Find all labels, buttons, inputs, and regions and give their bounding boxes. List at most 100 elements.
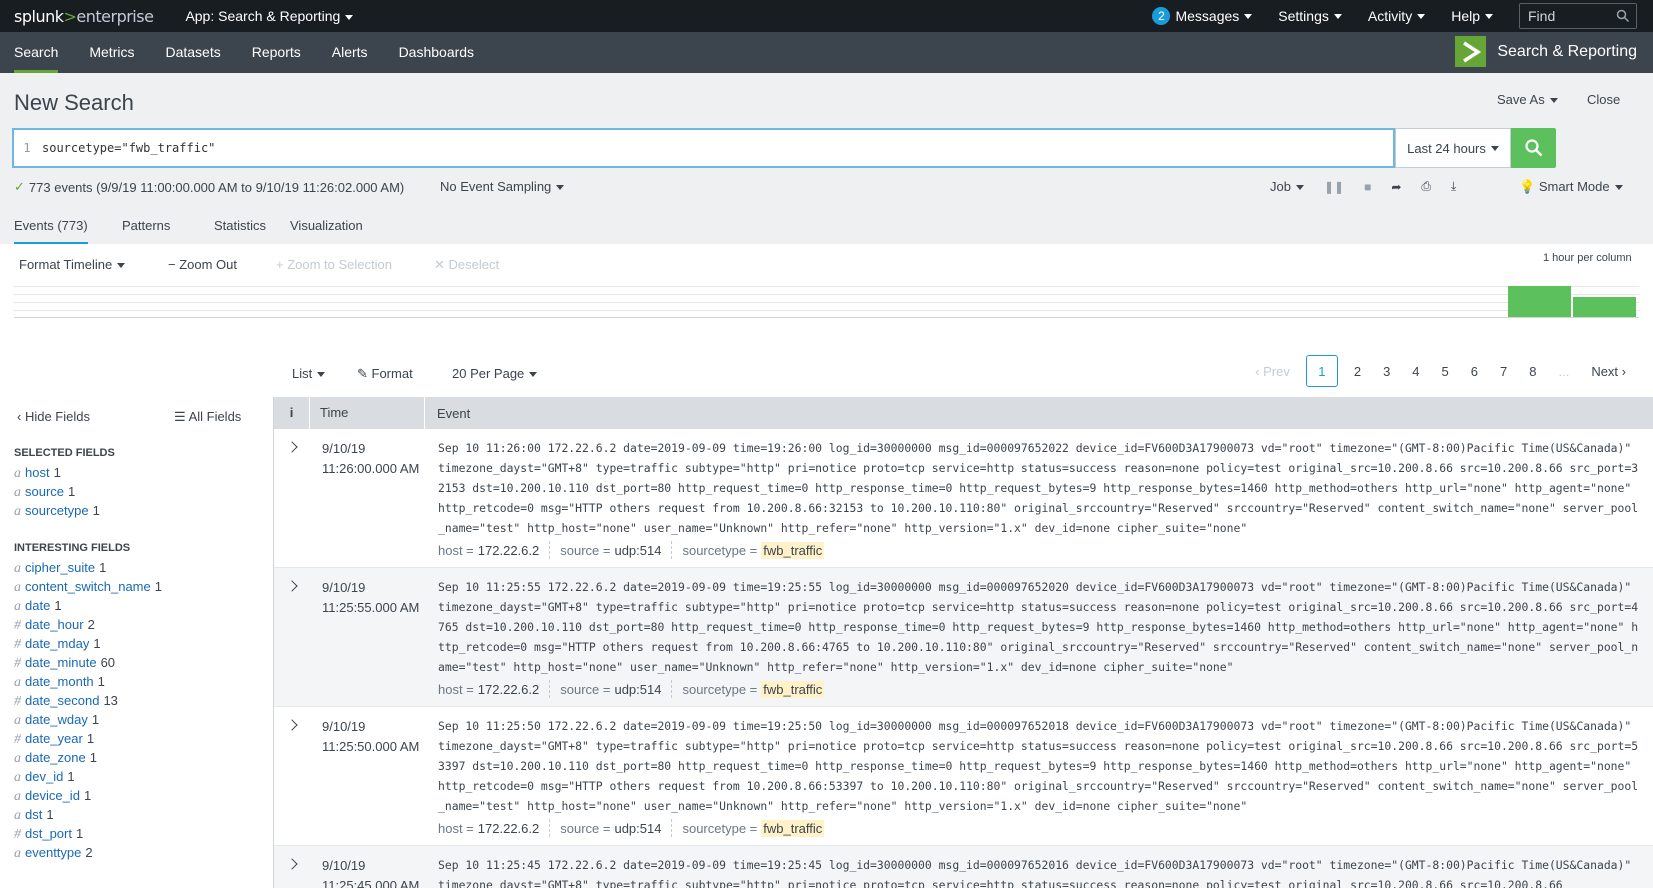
search-mode-dropdown[interactable]: 💡 Smart Mode: [1519, 179, 1623, 195]
field-name[interactable]: dst: [25, 807, 42, 822]
field-dst[interactable]: a dst 1: [14, 807, 54, 824]
field-date-wday[interactable]: a date_wday 1: [14, 712, 99, 729]
field-name[interactable]: date_second: [25, 693, 99, 708]
field-name[interactable]: date_year: [25, 731, 83, 746]
nav-reports[interactable]: Reports: [252, 32, 301, 73]
per-page-dropdown[interactable]: 20 Per Page: [452, 366, 538, 381]
page-8-button[interactable]: 8: [1529, 364, 1536, 379]
time-column-header[interactable]: Time: [310, 397, 425, 429]
field-date-zone[interactable]: a date_zone 1: [14, 750, 97, 767]
nav-datasets[interactable]: Datasets: [165, 32, 220, 73]
page-1-button[interactable]: 1: [1305, 355, 1338, 387]
page-6-button[interactable]: 6: [1471, 364, 1478, 379]
stop-icon[interactable]: ■: [1364, 180, 1371, 194]
format-button[interactable]: ✎ Format: [357, 366, 413, 382]
field-name[interactable]: date_hour: [25, 617, 84, 632]
meta-value-source[interactable]: udp:514: [614, 682, 661, 697]
event-time[interactable]: 9/10/19 11:25:45.000 AM: [322, 856, 419, 888]
field-date-mday[interactable]: # date_mday 1: [14, 636, 101, 653]
tab-patterns[interactable]: Patterns: [122, 218, 170, 242]
page-5-button[interactable]: 5: [1442, 364, 1449, 379]
find-input[interactable]: Find: [1519, 3, 1637, 29]
field-name[interactable]: device_id: [25, 788, 80, 803]
field-sourcetype[interactable]: a sourcetype 1: [14, 503, 100, 520]
event-time[interactable]: 9/10/19 11:25:50.000 AM: [322, 717, 419, 757]
page-7-button[interactable]: 7: [1500, 364, 1507, 379]
field-cipher-suite[interactable]: a cipher_suite 1: [14, 560, 106, 577]
field-dst-port[interactable]: # dst_port 1: [14, 826, 83, 843]
field-date-month[interactable]: a date_month 1: [14, 674, 105, 691]
meta-value-sourcetype[interactable]: fwb_traffic: [761, 680, 825, 698]
splunk-logo[interactable]: splunk>enterprise: [14, 7, 154, 26]
field-device-id[interactable]: a device_id 1: [14, 788, 91, 805]
format-timeline-button[interactable]: Format Timeline: [19, 257, 126, 272]
help-menu[interactable]: Help: [1451, 8, 1493, 24]
hide-fields-button[interactable]: ‹ Hide Fields: [17, 409, 90, 424]
zoom-out-button[interactable]: − Zoom Out: [168, 257, 237, 272]
all-fields-button[interactable]: ☰ All Fields: [174, 409, 241, 425]
prev-page-button[interactable]: ‹ Prev: [1255, 364, 1290, 379]
field-eventtype[interactable]: a eventtype 2: [14, 845, 93, 862]
tab-statistics[interactable]: Statistics: [214, 218, 266, 242]
field-name[interactable]: date_minute: [25, 655, 97, 670]
field-name[interactable]: source: [25, 484, 64, 499]
tab-events[interactable]: Events (773): [14, 218, 88, 245]
field-date-minute[interactable]: # date_minute 60: [14, 655, 115, 672]
share-icon[interactable]: ➦: [1391, 180, 1401, 194]
search-button[interactable]: [1511, 128, 1556, 168]
field-date-second[interactable]: # date_second 13: [14, 693, 118, 710]
event-time[interactable]: 9/10/19 11:26:00.000 AM: [322, 439, 419, 479]
nav-dashboards[interactable]: Dashboards: [399, 32, 475, 73]
next-page-button[interactable]: Next ›: [1591, 364, 1626, 379]
deselect-button[interactable]: ✕ Deselect: [434, 257, 499, 273]
field-name[interactable]: date_zone: [25, 750, 86, 765]
chevron-right-icon[interactable]: [286, 858, 298, 870]
zoom-to-selection-button[interactable]: + Zoom to Selection: [276, 257, 392, 272]
messages-menu[interactable]: 2 Messages: [1152, 7, 1253, 25]
page-2-button[interactable]: 2: [1354, 364, 1361, 379]
field-date[interactable]: a date 1: [14, 598, 62, 615]
page-4-button[interactable]: 4: [1412, 364, 1419, 379]
field-name[interactable]: dst_port: [25, 826, 72, 841]
event-sampling-dropdown[interactable]: No Event Sampling: [440, 179, 565, 194]
chevron-right-icon[interactable]: [286, 719, 298, 731]
nav-metrics[interactable]: Metrics: [89, 32, 134, 73]
tab-visualization[interactable]: Visualization: [290, 218, 363, 242]
field-host[interactable]: a host 1: [14, 465, 61, 482]
meta-value-source[interactable]: udp:514: [614, 543, 661, 558]
field-name[interactable]: sourcetype: [25, 503, 89, 518]
field-name[interactable]: cipher_suite: [25, 560, 95, 575]
field-dev-id[interactable]: a dev_id 1: [14, 769, 75, 786]
meta-value-source[interactable]: udp:514: [614, 821, 661, 836]
field-name[interactable]: dev_id: [25, 769, 63, 784]
print-icon[interactable]: ⎙: [1421, 179, 1431, 194]
job-menu[interactable]: Job: [1270, 179, 1304, 194]
meta-value-sourcetype[interactable]: fwb_traffic: [761, 819, 825, 837]
chevron-right-icon[interactable]: [286, 580, 298, 592]
timeline-bar[interactable]: [1508, 286, 1571, 317]
list-view-dropdown[interactable]: List: [292, 366, 326, 381]
activity-menu[interactable]: Activity: [1368, 8, 1426, 24]
time-range-picker[interactable]: Last 24 hours: [1395, 128, 1511, 168]
field-source[interactable]: a source 1: [14, 484, 75, 501]
field-content-switch-name[interactable]: a content_switch_name 1: [14, 579, 162, 596]
page-3-button[interactable]: 3: [1383, 364, 1390, 379]
search-query[interactable]: sourcetype="fwb_traffic": [42, 141, 215, 155]
timeline-bar[interactable]: [1573, 297, 1636, 317]
chevron-right-icon[interactable]: [286, 441, 298, 453]
save-as-button[interactable]: Save As: [1497, 92, 1558, 107]
field-date-year[interactable]: # date_year 1: [14, 731, 94, 748]
field-name[interactable]: date: [25, 598, 50, 613]
field-name[interactable]: date_mday: [25, 636, 89, 651]
nav-search[interactable]: Search: [14, 32, 59, 73]
meta-value-host[interactable]: 172.22.6.2: [478, 543, 539, 558]
field-name[interactable]: date_month: [25, 674, 94, 689]
meta-value-host[interactable]: 172.22.6.2: [478, 821, 539, 836]
meta-value-sourcetype[interactable]: fwb_traffic: [761, 541, 825, 559]
export-icon[interactable]: ⤓: [1451, 179, 1456, 194]
event-time[interactable]: 9/10/19 11:25:55.000 AM: [322, 578, 419, 618]
field-name[interactable]: date_wday: [25, 712, 88, 727]
nav-alerts[interactable]: Alerts: [332, 32, 368, 73]
search-input[interactable]: 1 sourcetype="fwb_traffic": [12, 128, 1395, 168]
meta-value-host[interactable]: 172.22.6.2: [478, 682, 539, 697]
